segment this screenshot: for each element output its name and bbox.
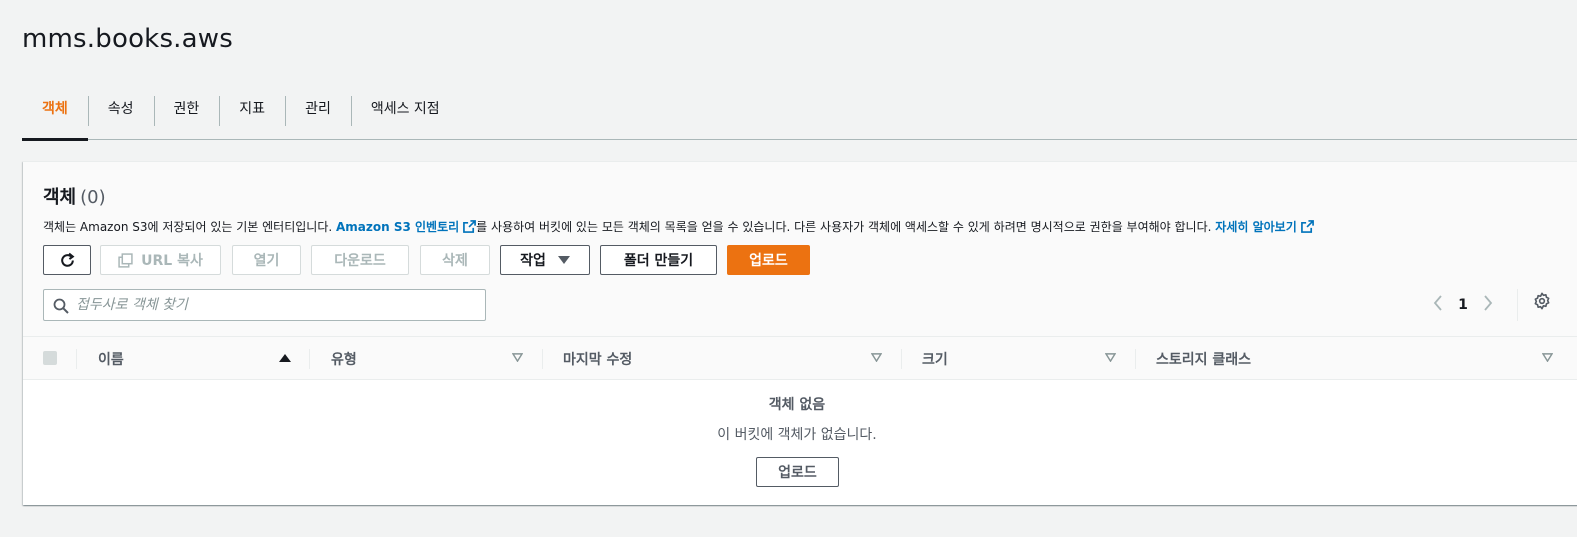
learn-more-link[interactable]: 자세히 알아보기 <box>1215 220 1314 234</box>
empty-state-upload-button[interactable]: 업로드 <box>756 457 839 487</box>
gear-icon[interactable] <box>1533 292 1551 310</box>
tab-objects[interactable]: 객체 <box>22 93 88 141</box>
empty-state-description: 이 버킷에 객체가 없습니다. <box>717 427 877 443</box>
column-divider <box>1135 349 1136 369</box>
tab-metrics[interactable]: 지표 <box>219 93 285 139</box>
select-all-checkbox[interactable] <box>43 351 57 365</box>
upload-button[interactable]: 업로드 <box>727 245 810 275</box>
tab-permissions[interactable]: 권한 <box>153 93 220 139</box>
actions-label: 작업 <box>520 253 546 269</box>
objects-title: 객체 <box>43 187 77 208</box>
column-header-last-modified[interactable]: 마지막 수정 <box>563 337 632 380</box>
objects-panel: 객체 (0) 객체는 Amazon S3에 저장되어 있는 기본 엔터티입니다. … <box>23 161 1577 505</box>
column-header-name[interactable]: 이름 <box>98 337 124 380</box>
tab-management[interactable]: 관리 <box>285 93 351 139</box>
column-header-size[interactable]: 크기 <box>922 337 948 380</box>
sort-icon[interactable] <box>512 353 523 362</box>
inventory-link-label: Amazon S3 인벤토리 <box>336 220 460 234</box>
refresh-button[interactable] <box>43 245 91 275</box>
column-divider <box>542 349 543 369</box>
open-button[interactable]: 열기 <box>232 245 301 275</box>
sort-icon[interactable] <box>1542 353 1553 362</box>
column-header-storage-class[interactable]: 스토리지 클래스 <box>1156 337 1251 380</box>
inventory-link[interactable]: Amazon S3 인벤토리 <box>336 220 477 234</box>
column-divider <box>309 349 310 369</box>
copy-icon <box>118 252 133 268</box>
sort-icon[interactable] <box>1105 353 1116 362</box>
objects-count: (0) <box>80 187 106 208</box>
current-page[interactable]: 1 <box>1448 297 1478 313</box>
search-box[interactable] <box>43 289 486 321</box>
column-divider <box>76 349 77 369</box>
column-divider <box>901 349 902 369</box>
table-header: 이름 유형 마지막 수정 크기 스토리지 클래스 <box>23 337 1577 380</box>
sort-ascending-icon[interactable] <box>279 353 291 363</box>
delete-button[interactable]: 삭제 <box>420 245 490 275</box>
sort-icon[interactable] <box>871 353 882 362</box>
tab-properties[interactable]: 속성 <box>87 93 154 139</box>
copy-url-label: URL 복사 <box>141 253 203 269</box>
objects-description: 객체는 Amazon S3에 저장되어 있는 기본 엔터티입니다. Amazon… <box>43 218 1314 235</box>
search-input[interactable] <box>76 295 476 315</box>
previous-page-icon[interactable] <box>1428 295 1448 315</box>
description-text-2: 를 사용하여 버킷에 있는 모든 객체의 목록을 얻을 수 있습니다. 다른 사… <box>476 220 1216 234</box>
pagination-divider <box>1517 289 1518 321</box>
next-page-icon[interactable] <box>1478 295 1498 315</box>
refresh-icon <box>60 252 74 267</box>
external-link-icon <box>463 220 477 233</box>
objects-panel-title: 객체 (0) <box>43 183 106 209</box>
learn-more-label: 자세히 알아보기 <box>1215 220 1297 234</box>
description-text-1: 객체는 Amazon S3에 저장되어 있는 기본 엔터티입니다. <box>43 220 336 234</box>
tab-access-points[interactable]: 액세스 지점 <box>350 93 460 139</box>
pagination: 1 <box>1428 291 1498 319</box>
copy-url-button[interactable]: URL 복사 <box>100 245 221 275</box>
tab-bar: 객체 속성 권한 지표 관리 액세스 지점 <box>22 93 1577 141</box>
column-header-type[interactable]: 유형 <box>331 337 357 380</box>
create-folder-button[interactable]: 폴더 만들기 <box>600 245 717 275</box>
actions-dropdown[interactable]: 작업 <box>500 245 590 275</box>
caret-down-icon <box>557 256 570 264</box>
download-button[interactable]: 다운로드 <box>311 245 409 275</box>
empty-state-title: 객체 없음 <box>768 397 826 413</box>
bucket-title: mms.books.aws <box>22 24 233 54</box>
objects-panel-header: 객체 (0) 객체는 Amazon S3에 저장되어 있는 기본 엔터티입니다. … <box>23 162 1577 337</box>
external-link-icon <box>1300 220 1314 233</box>
search-icon <box>53 298 69 314</box>
